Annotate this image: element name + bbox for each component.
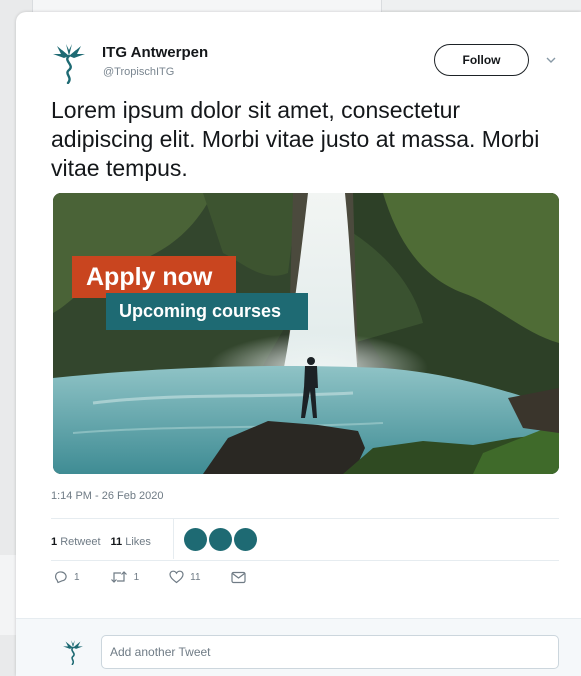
reply-count: 1 bbox=[74, 571, 80, 583]
follow-button[interactable]: Follow bbox=[434, 44, 529, 76]
tweet-timestamp[interactable]: 1:14 PM - 26 Feb 2020 bbox=[51, 490, 164, 502]
likes-stat[interactable]: 11 Likes bbox=[111, 536, 151, 548]
envelope-icon bbox=[230, 571, 246, 583]
tweet-actions: 1 1 11 bbox=[54, 570, 282, 584]
avatar[interactable] bbox=[209, 528, 232, 551]
tweet-card: ITG Antwerpen @TropischITG Follow Lorem … bbox=[16, 12, 581, 676]
itg-palm-logo-icon bbox=[62, 639, 84, 666]
tweet-media-image[interactable]: Apply now Upcoming courses bbox=[53, 193, 559, 474]
retweet-icon bbox=[110, 571, 127, 583]
divider bbox=[51, 560, 559, 561]
upcoming-courses-badge: Upcoming courses bbox=[106, 293, 308, 330]
itg-palm-logo-icon[interactable] bbox=[52, 42, 86, 85]
waterfall-photo bbox=[53, 193, 559, 474]
retweet-stat-label: Retweet bbox=[60, 536, 101, 548]
author-handle[interactable]: @TropischITG bbox=[103, 66, 174, 78]
reply-bar bbox=[16, 618, 581, 676]
retweet-count: 1 bbox=[133, 571, 140, 583]
likes-stat-label: Likes bbox=[125, 536, 151, 548]
apply-now-badge: Apply now bbox=[72, 256, 236, 298]
reply-button[interactable]: 1 bbox=[54, 570, 80, 584]
avatar[interactable] bbox=[234, 528, 257, 551]
divider bbox=[51, 518, 559, 519]
like-count: 11 bbox=[190, 571, 201, 583]
likes-stat-count: 11 bbox=[110, 536, 123, 548]
background-panel bbox=[382, 0, 581, 10]
add-tweet-input[interactable] bbox=[101, 635, 559, 669]
heart-icon bbox=[169, 570, 184, 584]
chevron-down-icon[interactable] bbox=[544, 53, 558, 67]
tweet-header: ITG Antwerpen @TropischITG Follow bbox=[16, 12, 581, 92]
retweet-stat-count: 1 bbox=[51, 536, 58, 548]
reply-icon bbox=[55, 571, 67, 584]
direct-message-button[interactable] bbox=[230, 571, 252, 584]
author-name[interactable]: ITG Antwerpen bbox=[102, 44, 208, 61]
tweet-text: Lorem ipsum dolor sit amet, consectetur … bbox=[51, 97, 540, 181]
like-button[interactable]: 11 bbox=[169, 570, 201, 584]
liker-avatars bbox=[184, 528, 259, 551]
retweet-stat[interactable]: 1 Retweet bbox=[51, 536, 101, 548]
engagement-stats: 1 Retweet 11 Likes bbox=[51, 528, 161, 556]
stats-separator bbox=[173, 519, 174, 559]
avatar[interactable] bbox=[184, 528, 207, 551]
retweet-button[interactable]: 1 bbox=[110, 570, 140, 584]
